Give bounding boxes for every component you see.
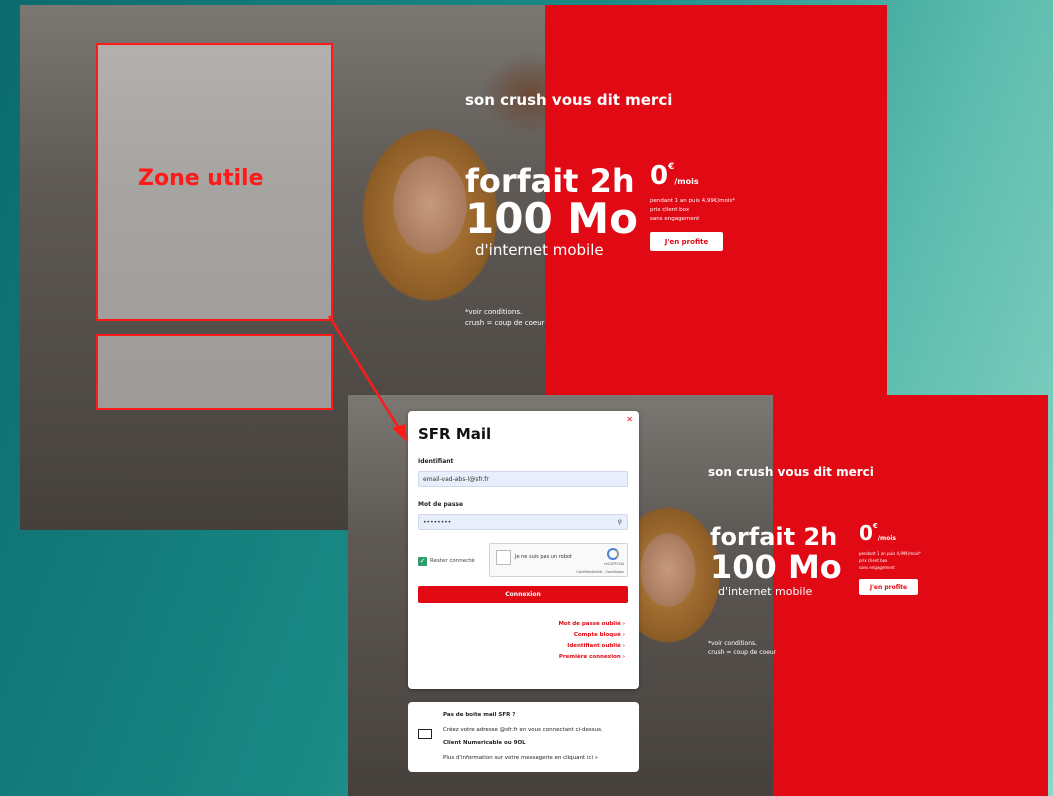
arrow-graphic	[327, 315, 407, 442]
arrow-head-icon	[392, 424, 407, 442]
arrow-line	[327, 315, 402, 431]
